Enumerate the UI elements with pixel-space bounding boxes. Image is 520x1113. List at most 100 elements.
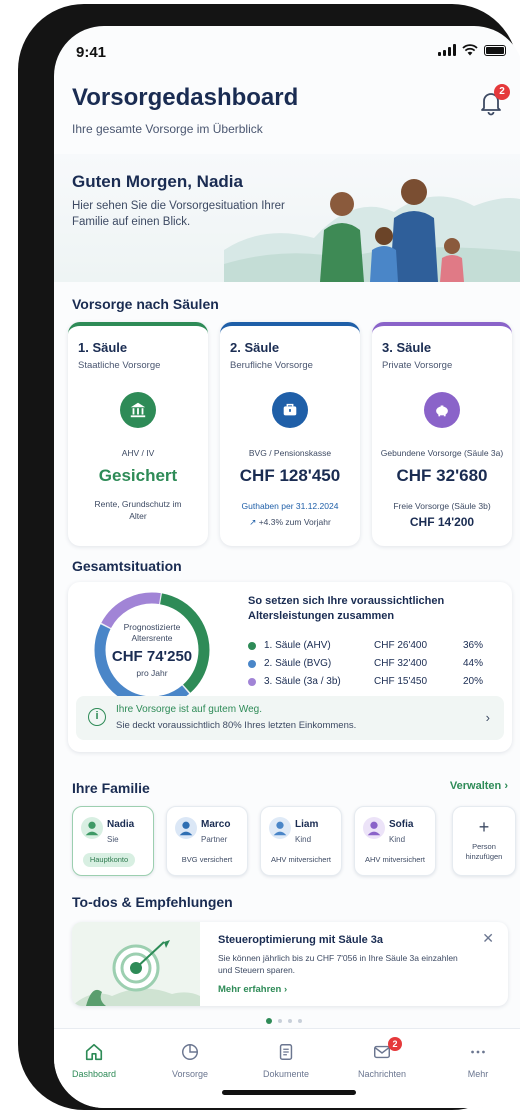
member-status: BVG versichert [181, 855, 233, 864]
overview-heading: So setzen sich Ihre voraussichtlichen Al… [248, 595, 445, 622]
pillar-label: BVG / Pensionskasse [248, 448, 332, 458]
legend-percent: 44% [462, 658, 483, 669]
bank-icon [120, 392, 156, 428]
tab-vorsorge[interactable]: Vorsorge [150, 1041, 230, 1079]
message-badge: 2 [388, 1037, 402, 1051]
member-status: AHV mitversichert [364, 855, 425, 864]
tab-dokumente[interactable]: Dokumente [246, 1041, 326, 1079]
bottom-tab-bar: Dashboard Vorsorge Dokumente 2 Nachricht… [54, 1028, 520, 1108]
info-icon: i [88, 708, 106, 726]
app-screen: 9:41 Vorsorgedashboard Ihre gesamte Vors… [54, 26, 520, 1108]
document-icon [246, 1041, 326, 1063]
pillar-title: 2. Säule [230, 340, 280, 355]
carousel-dot [298, 1019, 302, 1023]
tab-label: Dashboard [71, 1069, 117, 1079]
notification-badge: 2 [494, 84, 510, 100]
add-person-label: Person hinzufügen [465, 842, 503, 861]
tab-label: Nachrichten [357, 1069, 407, 1079]
info-title: Ihre Vorsorge ist auf gutem Weg. [116, 704, 263, 715]
manage-family-link[interactable]: Verwalten › [450, 780, 508, 792]
target-icon [72, 922, 200, 1006]
avatar-icon [269, 817, 291, 839]
section-title-family: Ihre Familie [72, 780, 150, 796]
chevron-right-icon: › [504, 780, 508, 792]
learn-more-label: Mehr erfahren [218, 984, 282, 995]
status-icons [438, 44, 506, 56]
pillar-card-3[interactable]: 3. Säule Private Vorsorge Gebundene Vors… [372, 322, 512, 546]
learn-more-link[interactable]: Mehr erfahren › [218, 984, 287, 995]
pillar-title: 3. Säule [382, 340, 432, 355]
pillar-label: AHV / IV [121, 448, 155, 458]
briefcase-icon [272, 392, 308, 428]
avatar-icon [175, 817, 197, 839]
legend-name: 1. Säule (AHV) [264, 640, 331, 651]
tab-label: Mehr [467, 1069, 489, 1079]
pillar-trend-text: +4.3% zum Vorjahr [258, 517, 331, 527]
info-bar[interactable]: i Ihre Vorsorge ist auf gutem Weg. Sie d… [76, 696, 504, 740]
piggy-bank-icon [424, 392, 460, 428]
tab-dashboard[interactable]: Dashboard [54, 1041, 134, 1079]
pillar-card-2[interactable]: 2. Säule Berufliche Vorsorge BVG / Pensi… [220, 322, 360, 546]
tab-mehr[interactable]: Mehr [438, 1041, 518, 1079]
member-role: Sie [107, 835, 119, 844]
family-member-liam[interactable]: Liam Kind AHV mitversichert [260, 806, 342, 876]
mail-icon: 2 [342, 1037, 422, 1063]
plus-icon: + [478, 817, 490, 837]
member-name: Sofia [389, 819, 414, 830]
carousel-dot [288, 1019, 292, 1023]
donut-label: Prognostizierte Altersrente [123, 622, 181, 643]
carousel-dots [266, 1018, 302, 1024]
todo-text: Sie können jährlich bis zu CHF 7'056 in … [218, 953, 458, 975]
pillar-trend: ↗ +4.3% zum Vorjahr [220, 516, 360, 528]
home-indicator [222, 1090, 356, 1095]
pillar-subtitle: Berufliche Vorsorge [230, 360, 313, 371]
member-role: Kind [389, 835, 406, 844]
legend-value: CHF 32'400 [374, 658, 428, 669]
pillar-subtitle: Private Vorsorge [382, 360, 453, 371]
pillar-note: Guthaben per 31.12.2024 [241, 501, 339, 511]
donut-unit: pro Jahr [136, 668, 168, 678]
chevron-right-icon: › [284, 984, 288, 995]
family-member-marco[interactable]: Marco Partner BVG versichert [166, 806, 248, 876]
page-subtitle: Ihre gesamte Vorsorge im Überblick [72, 122, 263, 136]
pillar-sub-value: CHF 14'200 [409, 515, 475, 529]
pillar-label: Gebundene Vorsorge (Säule 3a) [380, 448, 504, 458]
legend-dot [248, 642, 256, 650]
member-status: AHV mitversichert [270, 855, 331, 864]
home-icon [54, 1041, 134, 1063]
wifi-icon [462, 44, 478, 56]
section-title-todos: To-dos & Empfehlungen [72, 894, 233, 910]
legend-value: CHF 26'400 [374, 640, 428, 651]
add-person-button[interactable]: + Person hinzufügen [452, 806, 516, 876]
member-name: Liam [295, 819, 319, 830]
pillar-sub-label: Freie Vorsorge (Säule 3b) [393, 501, 491, 511]
battery-icon [484, 44, 506, 56]
notification-bell-button[interactable]: 2 [478, 84, 510, 116]
close-icon[interactable]: ✕ [482, 930, 494, 947]
signal-icon [438, 44, 456, 56]
tab-label: Dokumente [262, 1069, 310, 1079]
pillar-subtitle: Staatliche Vorsorge [78, 360, 161, 371]
overview-card: Prognostizierte Altersrente CHF 74'250 p… [68, 582, 512, 752]
status-time: 9:41 [76, 44, 107, 61]
hero-banner: Guten Morgen, Nadia Hier sehen Sie die V… [54, 154, 520, 282]
greeting-title: Guten Morgen, Nadia [72, 172, 243, 191]
legend-dot [248, 678, 256, 686]
pillar-card-1[interactable]: 1. Säule Staatliche Vorsorge AHV / IV Ge… [68, 322, 208, 546]
tab-nachrichten[interactable]: 2 Nachrichten [342, 1037, 422, 1079]
phone-frame: 9:41 Vorsorgedashboard Ihre gesamte Vors… [18, 4, 520, 1110]
pillar-value: CHF 128'450 [239, 466, 341, 485]
tab-label: Vorsorge [171, 1069, 209, 1079]
greeting-text: Hier sehen Sie die Vorsorgesituation Ihr… [72, 200, 285, 228]
legend-percent: 20% [462, 676, 483, 687]
section-title-overview: Gesamtsituation [72, 558, 182, 574]
chevron-right-icon: › [485, 710, 490, 725]
carousel-dot-active [266, 1018, 272, 1024]
legend-name: 2. Säule (BVG) [264, 658, 332, 669]
family-member-sofia[interactable]: Sofia Kind AHV mitversichert [354, 806, 436, 876]
manage-label: Verwalten [449, 780, 502, 792]
trend-up-icon: ↗ [249, 517, 257, 527]
pie-chart-icon [150, 1041, 230, 1063]
family-member-nadia[interactable]: Nadia Sie Hauptkonto [72, 806, 154, 876]
todo-card[interactable]: Steueroptimierung mit Säule 3a Sie könne… [72, 922, 508, 1006]
